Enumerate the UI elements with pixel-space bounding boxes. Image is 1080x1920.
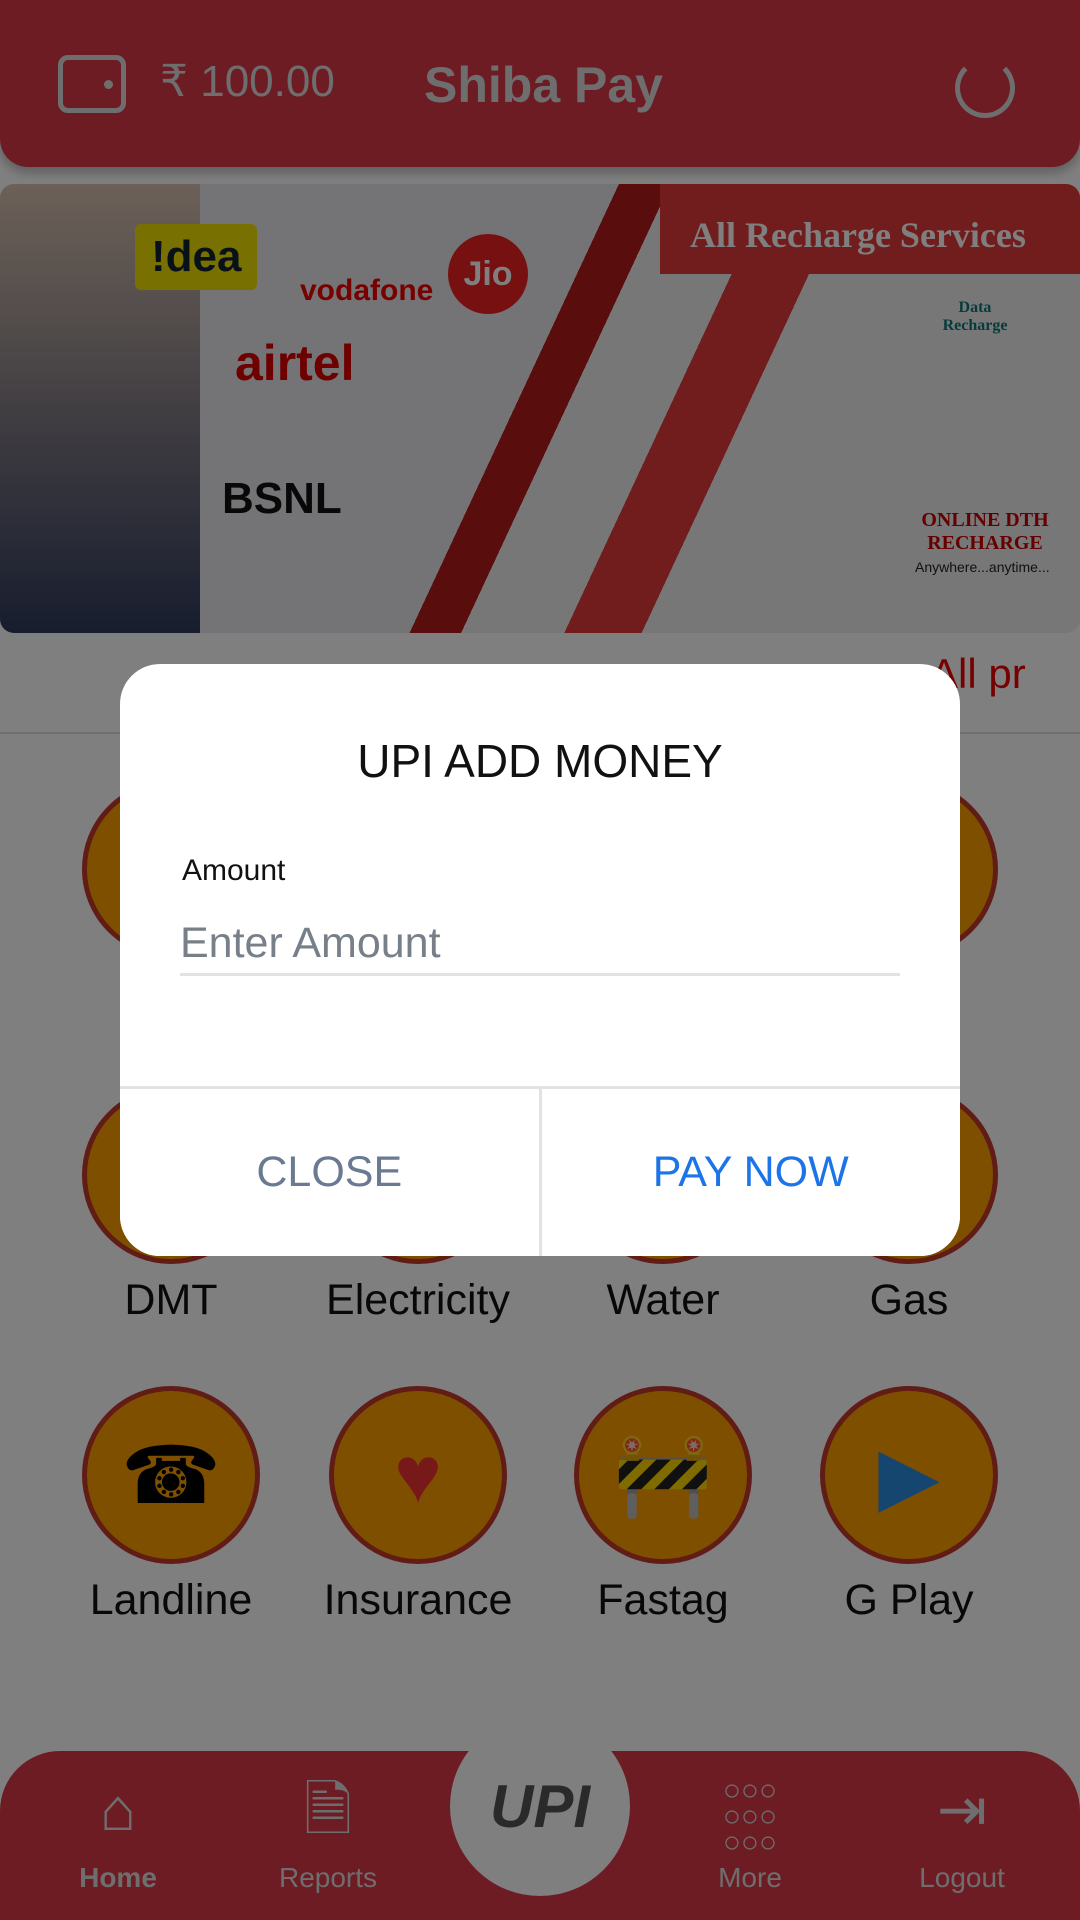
dialog-title: UPI ADD MONEY — [357, 735, 723, 787]
amount-input[interactable] — [180, 914, 900, 976]
amount-label: Amount — [182, 854, 286, 887]
pay-now-button[interactable]: PAY NOW — [541, 1089, 960, 1256]
close-button[interactable]: CLOSE — [120, 1089, 542, 1256]
upi-add-money-dialog: UPI ADD MONEY Amount CLOSE PAY NOW — [120, 664, 960, 1256]
